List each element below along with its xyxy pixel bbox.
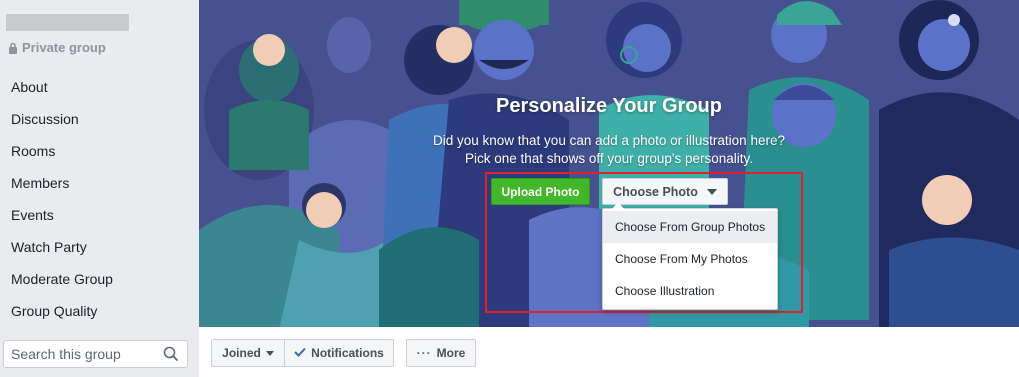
upload-photo-button[interactable]: Upload Photo (491, 178, 590, 205)
search-box (3, 340, 188, 368)
choose-photo-label: Choose Photo (613, 184, 698, 199)
group-action-bar: Joined Notifications ··· More (199, 327, 1019, 377)
caret-down-icon (265, 350, 274, 356)
more-button[interactable]: ··· More (406, 339, 476, 367)
check-icon (294, 346, 306, 360)
privacy-label: Private group (22, 40, 106, 55)
sidebar-item-rooms[interactable]: Rooms (0, 135, 198, 167)
cover-text-line-1: Did you know that you can add a photo or… (433, 133, 785, 148)
sidebar-nav: About Discussion Rooms Members Events Wa… (0, 71, 198, 327)
group-name-redacted (6, 14, 129, 31)
menu-item-choose-from-group-photos[interactable]: Choose From Group Photos (603, 211, 777, 243)
sidebar-item-about[interactable]: About (0, 71, 198, 103)
choose-photo-button[interactable]: Choose Photo (602, 178, 728, 205)
menu-item-choose-from-my-photos[interactable]: Choose From My Photos (603, 243, 777, 275)
choose-photo-menu: Choose From Group Photos Choose From My … (602, 202, 778, 310)
cover-description: Did you know that you can add a photo or… (199, 132, 1019, 168)
sidebar-item-watch-party[interactable]: Watch Party (0, 231, 198, 263)
cover-title: Personalize Your Group (496, 95, 722, 117)
menu-item-choose-illustration[interactable]: Choose Illustration (603, 275, 777, 307)
sidebar-item-discussion[interactable]: Discussion (0, 103, 198, 135)
more-label: More (436, 346, 466, 360)
joined-button[interactable]: Joined (211, 339, 285, 367)
sidebar-item-group-quality[interactable]: Group Quality (0, 295, 198, 327)
menu-pointer (612, 202, 624, 209)
joined-label: Joined (222, 346, 261, 360)
notifications-label: Notifications (311, 346, 384, 360)
search-input[interactable] (4, 342, 154, 366)
sidebar: Private group About Discussion Rooms Mem… (0, 0, 198, 377)
privacy-indicator: Private group (8, 40, 106, 55)
sidebar-item-events[interactable]: Events (0, 199, 198, 231)
caret-down-icon (706, 188, 717, 195)
search-icon[interactable] (163, 346, 179, 365)
dots-icon: ··· (416, 346, 432, 360)
lock-icon (8, 42, 18, 54)
notifications-button[interactable]: Notifications (284, 339, 394, 367)
sidebar-item-moderate-group[interactable]: Moderate Group (0, 263, 198, 295)
sidebar-item-members[interactable]: Members (0, 167, 198, 199)
cover-text-line-2: Pick one that shows off your group's per… (465, 151, 753, 166)
